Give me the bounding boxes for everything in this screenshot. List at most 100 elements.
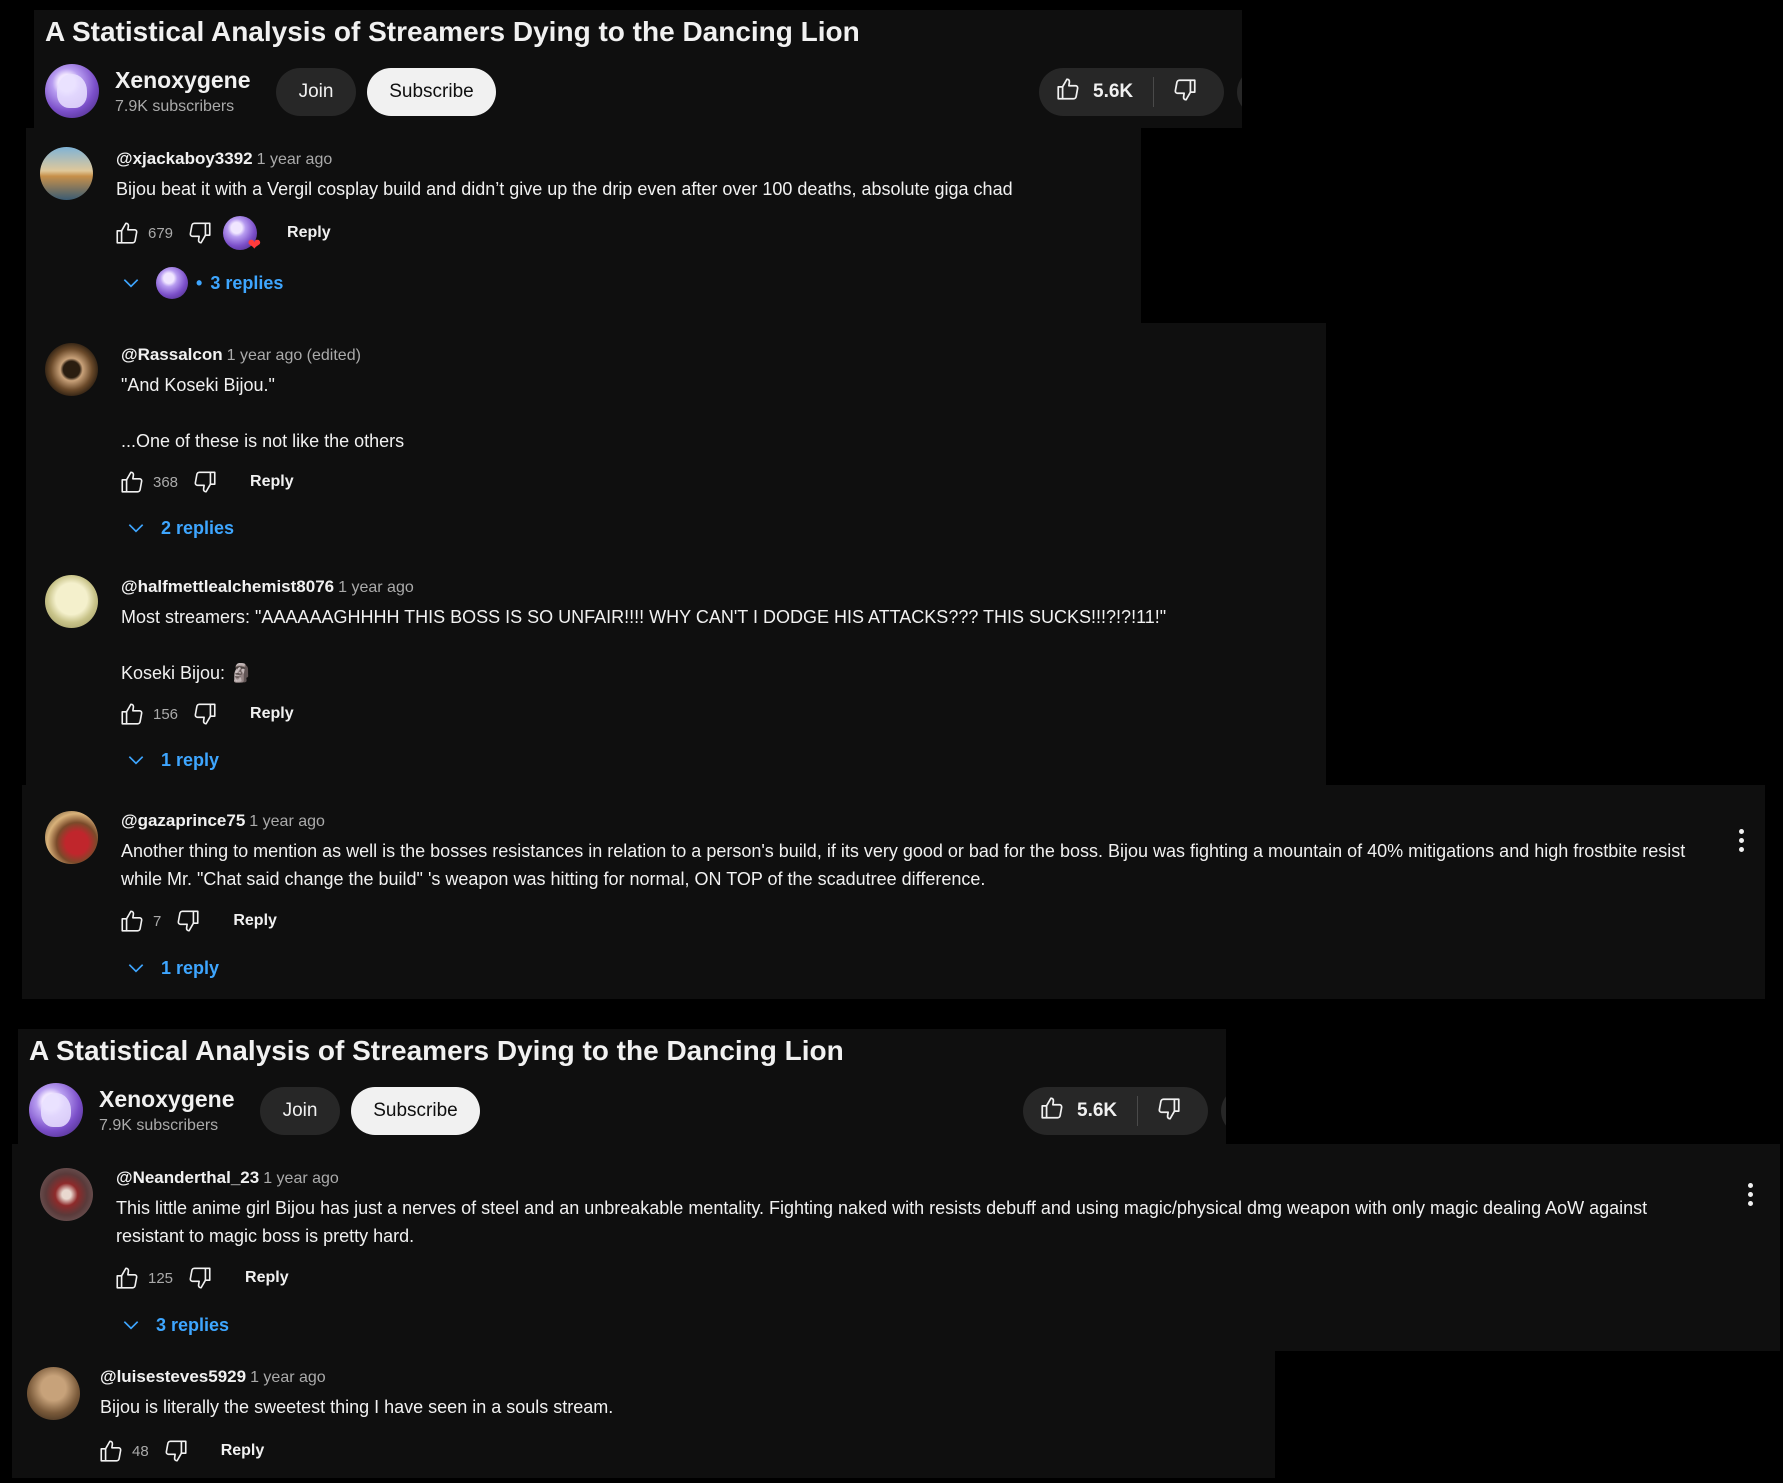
reply-button[interactable]: Reply: [245, 1269, 289, 1287]
channel-name[interactable]: Xenoxygene: [115, 67, 251, 94]
replies-label: 3 replies: [210, 272, 284, 293]
view-replies-button[interactable]: 2 replies: [123, 511, 234, 545]
commenter-avatar[interactable]: [45, 343, 98, 396]
comment-author[interactable]: @gazaprince75 1 year ago: [121, 811, 325, 831]
comment-time[interactable]: 1 year ago: [257, 151, 333, 168]
more-options-icon[interactable]: [1729, 825, 1753, 855]
like-count: 125: [148, 1269, 174, 1287]
chevron-down-icon: [123, 955, 149, 981]
replies-label: 1 reply: [161, 749, 220, 770]
reply-button[interactable]: Reply: [287, 224, 331, 242]
thumbs-up-icon: [1055, 76, 1081, 108]
thumbs-down-icon: [1156, 1096, 1182, 1127]
video-header-1: A Statistical Analysis of Streamers Dyin…: [34, 10, 1242, 128]
video-dislike-button[interactable]: [1154, 68, 1216, 116]
video-like-button[interactable]: 5.6K: [1023, 1087, 1137, 1135]
share-button[interactable]: [1221, 1087, 1226, 1135]
video-like-count: 5.6K: [1077, 1100, 1118, 1121]
comment-thread: @halfmettlealchemist8076 1 year ago Most …: [26, 555, 1326, 785]
channel-name[interactable]: Xenoxygene: [99, 1086, 235, 1113]
comment-thread: @Neanderthal_23 1 year ago This little an…: [12, 1144, 1780, 1351]
video-title: A Statistical Analysis of Streamers Dyin…: [45, 16, 860, 47]
comment-thread: @luisesteves5929 1 year ago Bijou is lite…: [12, 1351, 1275, 1478]
comment-time[interactable]: 1 year ago: [263, 1170, 339, 1187]
like-count: 48: [132, 1442, 149, 1460]
commenter-avatar[interactable]: [40, 147, 93, 200]
thumbs-down-icon[interactable]: [173, 906, 203, 936]
reply-button[interactable]: Reply: [250, 473, 294, 491]
video-dislike-button[interactable]: [1138, 1087, 1200, 1135]
subscriber-count: 7.9K subscribers: [115, 98, 235, 115]
like-dislike-bar: 5.6K: [1023, 1087, 1208, 1135]
join-button[interactable]: Join: [276, 68, 356, 116]
comment-actions: 368 Reply: [117, 466, 294, 498]
comment-text: Bijou is literally the sweetest thing I …: [100, 1397, 614, 1417]
thumbs-down-icon[interactable]: [161, 1436, 191, 1466]
replies-label: 3 replies: [156, 1314, 230, 1335]
author-handle[interactable]: @Rassalcon: [121, 345, 223, 364]
view-replies-button[interactable]: 1 reply: [123, 743, 219, 777]
comment-author[interactable]: @Neanderthal_23 1 year ago: [116, 1168, 339, 1188]
like-dislike-bar: 5.6K: [1039, 68, 1224, 116]
subscriber-count: 7.9K subscribers: [99, 1117, 219, 1134]
creator-reply-avatar: [156, 267, 188, 299]
comment-time[interactable]: 1 year ago: [249, 813, 325, 830]
commenter-avatar[interactable]: [45, 575, 98, 628]
subscribe-button[interactable]: Subscribe: [367, 68, 496, 116]
heart-icon: ❤: [247, 237, 262, 254]
comment-author[interactable]: @xjackaboy3392 1 year ago: [116, 149, 332, 169]
author-handle[interactable]: @gazaprince75: [121, 811, 245, 830]
video-header-2: A Statistical Analysis of Streamers Dyin…: [18, 1029, 1226, 1144]
author-handle[interactable]: @Neanderthal_23: [116, 1168, 259, 1187]
comment-time[interactable]: 1 year ago: [250, 1369, 326, 1386]
reply-button[interactable]: Reply: [221, 1442, 265, 1460]
more-options-icon[interactable]: [1738, 1179, 1762, 1209]
thumbs-down-icon[interactable]: [190, 699, 220, 729]
author-handle[interactable]: @luisesteves5929: [100, 1367, 246, 1386]
thumbs-down-icon[interactable]: [190, 467, 220, 497]
share-button[interactable]: [1237, 68, 1242, 116]
video-title: A Statistical Analysis of Streamers Dyin…: [29, 1035, 844, 1066]
thumbs-up-icon[interactable]: [112, 1263, 142, 1293]
author-handle[interactable]: @halfmettlealchemist8076: [121, 577, 334, 596]
join-button[interactable]: Join: [260, 1087, 340, 1135]
view-replies-button[interactable]: • 3 replies: [118, 266, 283, 300]
comment-text: Another thing to mention as well is the …: [121, 841, 1691, 889]
commenter-avatar[interactable]: [45, 811, 98, 864]
comment-actions: 156 Reply: [117, 698, 294, 730]
thumbs-up-icon[interactable]: [96, 1436, 126, 1466]
subscribe-button[interactable]: Subscribe: [351, 1087, 480, 1135]
channel-avatar[interactable]: [29, 1083, 83, 1137]
comment-author[interactable]: @halfmettlealchemist8076 1 year ago: [121, 577, 414, 597]
reply-button[interactable]: Reply: [233, 912, 277, 930]
author-handle[interactable]: @xjackaboy3392: [116, 149, 253, 168]
comment-actions: 679 ❤ Reply: [112, 216, 331, 254]
thumbs-up-icon[interactable]: [112, 218, 142, 248]
comment-actions: 125 Reply: [112, 1262, 289, 1294]
like-count: 368: [153, 473, 179, 491]
comment-time[interactable]: 1 year ago (edited): [227, 347, 361, 364]
thumbs-down-icon[interactable]: [185, 1263, 215, 1293]
chevron-down-icon: [123, 747, 149, 773]
channel-avatar[interactable]: [45, 64, 99, 118]
video-like-count: 5.6K: [1093, 81, 1134, 102]
reply-button[interactable]: Reply: [250, 705, 294, 723]
comment-author[interactable]: @luisesteves5929 1 year ago: [100, 1367, 326, 1387]
commenter-avatar[interactable]: [27, 1367, 80, 1420]
thumbs-up-icon[interactable]: [117, 699, 147, 729]
thumbs-up-icon[interactable]: [117, 467, 147, 497]
comment-time[interactable]: 1 year ago: [338, 579, 414, 596]
like-count: 7: [153, 912, 162, 930]
bullet: •: [196, 272, 203, 293]
comment-text: "And Koseki Bijou." ...One of these is n…: [121, 375, 405, 451]
chevron-down-icon: [118, 1312, 144, 1338]
thumbs-up-icon[interactable]: [117, 906, 147, 936]
comment-author[interactable]: @Rassalcon 1 year ago (edited): [121, 345, 361, 365]
comment-thread: @gazaprince75 1 year ago Another thing to…: [22, 785, 1765, 999]
view-replies-button[interactable]: 1 reply: [123, 951, 219, 985]
view-replies-button[interactable]: 3 replies: [118, 1308, 229, 1342]
commenter-avatar[interactable]: [40, 1168, 93, 1221]
video-like-button[interactable]: 5.6K: [1039, 68, 1153, 116]
comment-text: This little anime girl Bijou has just a …: [116, 1198, 1653, 1246]
thumbs-down-icon[interactable]: [185, 218, 215, 248]
